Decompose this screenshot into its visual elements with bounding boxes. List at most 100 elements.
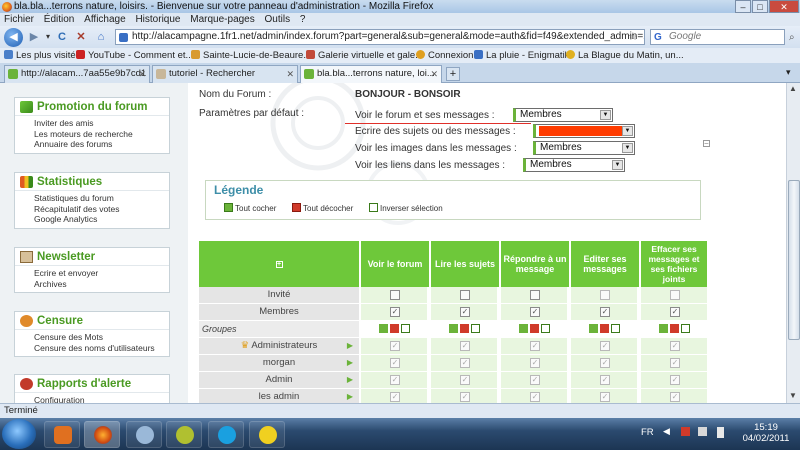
menu-help[interactable]: ? (300, 14, 306, 25)
expand-icon[interactable]: + (275, 260, 283, 268)
sidebar-link-ecrire[interactable]: Ecrire et envoyer (34, 268, 169, 279)
permission-checkbox[interactable]: ✓ (600, 307, 610, 317)
permission-checkbox[interactable] (530, 290, 540, 300)
invert-selection-icon[interactable] (610, 324, 620, 333)
close-tab-icon[interactable]: ✕ (286, 66, 294, 82)
permission-checkbox[interactable] (390, 290, 400, 300)
scroll-down-icon[interactable]: ▼ (789, 391, 797, 400)
check-all-icon[interactable] (658, 324, 668, 333)
bookmark-item[interactable]: Les plus visités (4, 48, 80, 63)
scroll-up-icon[interactable]: ▲ (789, 84, 797, 93)
close-tab-icon[interactable]: ✕ (430, 66, 438, 82)
url-bar[interactable]: http://alacampagne.1fr1.net/admin/index.… (115, 29, 645, 45)
close-tab-icon[interactable]: ✕ (138, 66, 146, 82)
window-title-bar[interactable]: bla.bla...terrons nature, loisirs. - Bie… (0, 0, 800, 13)
bookmark-item[interactable]: La Blague du Matin, un... (566, 48, 684, 63)
network-icon[interactable] (698, 427, 707, 436)
maximize-button[interactable]: □ (752, 0, 768, 13)
menu-outils[interactable]: Outils (265, 14, 291, 25)
permission-checkbox[interactable] (460, 290, 470, 300)
sidebar-link-analytics[interactable]: Google Analytics (34, 214, 169, 225)
home-icon[interactable]: ⌂ (93, 29, 109, 45)
bookmark-item[interactable]: Sainte-Lucie-de-Beaure... (191, 48, 311, 63)
bookmark-item[interactable]: YouTube - Comment et... (76, 48, 193, 63)
taskbar-media-player[interactable] (44, 421, 80, 448)
uncheck-all-icon[interactable] (389, 324, 399, 333)
tab-active-forum[interactable]: bla.bla...terrons nature, loi... ✕ (300, 65, 442, 84)
bookmark-item[interactable]: La pluie - Enigmatik (474, 48, 569, 63)
check-all-icon[interactable] (518, 324, 528, 333)
group-label[interactable]: ♛ Administrateurs ▶ (199, 338, 359, 354)
menu-fichier[interactable]: Fichier (4, 14, 34, 25)
taskbar-skype[interactable] (208, 421, 244, 448)
uncheck-all-link[interactable]: Tout décocher (292, 203, 353, 213)
menu-marque-pages[interactable]: Marque-pages (190, 14, 254, 25)
battery-icon[interactable] (717, 427, 724, 438)
invert-selection-icon[interactable] (680, 324, 690, 333)
taskbar-firefox[interactable] (84, 421, 120, 448)
select-voir-liens[interactable]: Membres ▼ (523, 158, 625, 172)
tab-alacampagne[interactable]: http://alacam...7aa55e9b7cd1 ✕ (4, 65, 150, 83)
clock[interactable]: 15:19 04/02/2011 (742, 422, 790, 444)
sidebar-link-censure-mots[interactable]: Censure des Mots (34, 332, 169, 343)
invert-selection-icon[interactable] (400, 324, 410, 333)
menu-historique[interactable]: Historique (135, 14, 180, 25)
invert-selection-icon[interactable] (470, 324, 480, 333)
select-voir-forum[interactable]: Membres ▼ (513, 108, 613, 122)
group-label[interactable]: morgan ▶ (199, 355, 359, 371)
invert-selection-icon[interactable] (540, 324, 550, 333)
permission-checkbox[interactable]: ✓ (460, 307, 470, 317)
language-indicator[interactable]: FR (641, 427, 654, 438)
bookmark-star-icon[interactable]: ☆ (628, 30, 638, 43)
sidebar-link-votes[interactable]: Récapitulatif des votes (34, 204, 169, 215)
flag-icon[interactable] (681, 427, 690, 436)
search-input[interactable]: G Google (650, 29, 785, 45)
uncheck-all-icon[interactable] (459, 324, 469, 333)
taskbar-players[interactable] (166, 421, 202, 448)
sidebar-link-configuration[interactable]: Configuration (34, 395, 169, 403)
group-label[interactable]: les admin ▶ (199, 389, 359, 403)
stop-icon[interactable]: ✕ (73, 29, 89, 45)
sidebar-link-censure-noms[interactable]: Censure des noms d'utilisateurs (34, 343, 169, 354)
check-all-icon[interactable] (448, 324, 458, 333)
uncheck-all-icon[interactable] (599, 324, 609, 333)
search-go-icon[interactable]: ⌕ (789, 32, 795, 43)
invert-selection-link[interactable]: Inverser sélection (369, 203, 443, 213)
uncheck-all-icon[interactable] (529, 324, 539, 333)
group-label[interactable]: Admin ▶ (199, 372, 359, 388)
select-ecrire-sujets[interactable]: ▼ (533, 124, 635, 138)
menu-edition[interactable]: Édition (44, 14, 75, 25)
sidebar-link-moteurs[interactable]: Les moteurs de recherche (34, 129, 169, 140)
start-button[interactable] (2, 419, 36, 449)
new-tab-button[interactable]: + (446, 67, 460, 81)
check-all-icon[interactable] (378, 324, 388, 333)
back-arrow-icon[interactable]: ◀ (4, 28, 23, 47)
check-all-icon[interactable] (588, 324, 598, 333)
menu-affichage[interactable]: Affichage (84, 14, 126, 25)
taskbar-yahoo-messenger[interactable] (249, 421, 285, 448)
vertical-scrollbar[interactable]: ▲ ▼ (786, 83, 800, 403)
select-voir-images[interactable]: Membres ▼ (533, 141, 635, 155)
sidebar-link-archives[interactable]: Archives (34, 279, 169, 290)
collapse-icon[interactable]: – (703, 140, 710, 147)
permission-checkbox-disabled: ✓ (390, 375, 400, 385)
check-all-link[interactable]: Tout cocher (224, 203, 276, 213)
permission-checkbox[interactable]: ✓ (390, 307, 400, 317)
bookmark-item[interactable]: Galerie virtuelle et gale... (306, 48, 423, 63)
tab-tutoriel[interactable]: tutoriel - Rechercher ✕ (152, 65, 298, 83)
sidebar-link-stats[interactable]: Statistiques du forum (34, 193, 169, 204)
permission-checkbox[interactable]: ✓ (670, 307, 680, 317)
scrollbar-thumb[interactable] (788, 180, 800, 340)
bookmark-item[interactable]: Connexion (416, 48, 473, 63)
close-window-button[interactable]: ✕ (769, 0, 799, 13)
tab-list-icon[interactable]: ▾ (786, 67, 791, 78)
minimize-button[interactable]: – (735, 0, 751, 13)
permission-checkbox[interactable]: ✓ (530, 307, 540, 317)
sidebar-link-annuaire[interactable]: Annuaire des forums (34, 139, 169, 150)
reload-icon[interactable]: C (54, 29, 70, 45)
sidebar-link-inviter[interactable]: Inviter des amis (34, 118, 169, 129)
tray-expand-icon[interactable]: ◀ (663, 426, 670, 437)
taskbar-messenger[interactable] (126, 421, 162, 448)
uncheck-all-icon[interactable] (669, 324, 679, 333)
default-params-label: Paramètres par défaut : (199, 108, 305, 119)
